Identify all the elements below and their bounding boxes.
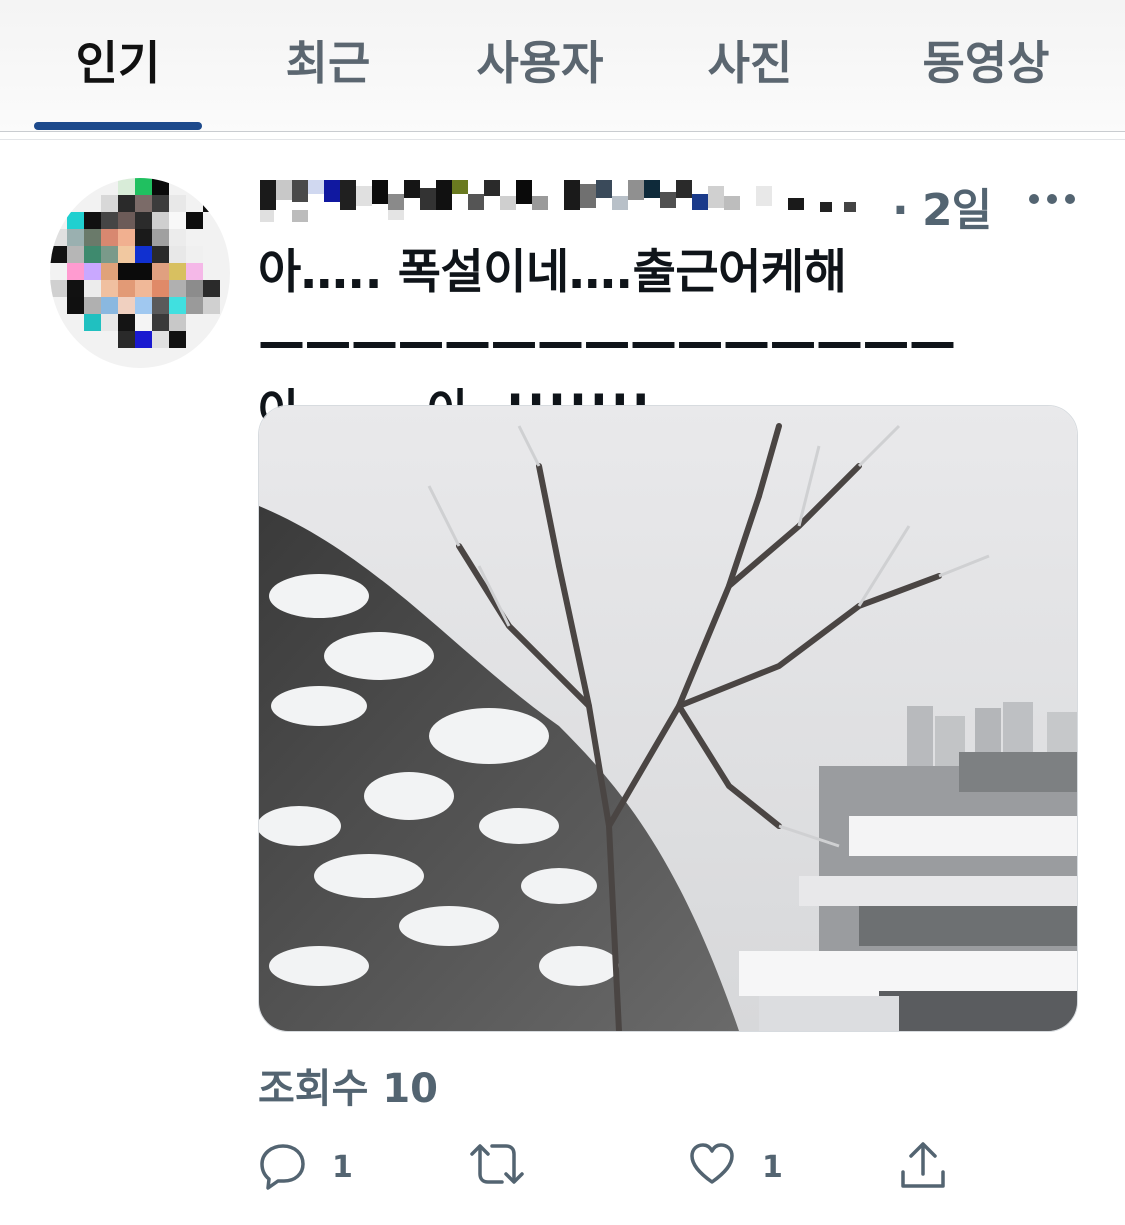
heart-icon (690, 1143, 734, 1184)
tab-videos[interactable]: 동영상 (908, 28, 1064, 98)
reply-count: 1 (332, 1150, 353, 1185)
reply-bubble-icon (260, 1144, 305, 1190)
share-button[interactable] (898, 1140, 958, 1200)
avatar[interactable] (50, 178, 230, 368)
divider (0, 139, 1125, 140)
tweet-media-image[interactable] (258, 405, 1078, 1032)
tab-photos[interactable]: 사진 (692, 28, 808, 98)
tweet-timestamp[interactable]: · 2일 (892, 174, 992, 238)
share-upload-icon (901, 1142, 945, 1188)
divider (0, 131, 1125, 132)
search-tab-bar: 인기 최근 사용자 사진 동영상 (0, 0, 1125, 132)
view-count: 조회수 10 (258, 1066, 438, 1112)
reply-button[interactable]: 1 (258, 1140, 368, 1200)
tab-recent[interactable]: 최근 (268, 28, 388, 98)
more-horizontal-icon[interactable] (1028, 192, 1076, 206)
tab-popular[interactable]: 인기 (60, 28, 176, 98)
tab-users[interactable]: 사용자 (462, 28, 618, 98)
like-button[interactable]: 1 (688, 1140, 798, 1200)
retweet-button[interactable] (468, 1140, 538, 1200)
active-tab-indicator (34, 122, 202, 130)
retweet-icon (470, 1144, 524, 1184)
blurred-username[interactable] (258, 178, 878, 224)
like-count: 1 (762, 1150, 783, 1185)
